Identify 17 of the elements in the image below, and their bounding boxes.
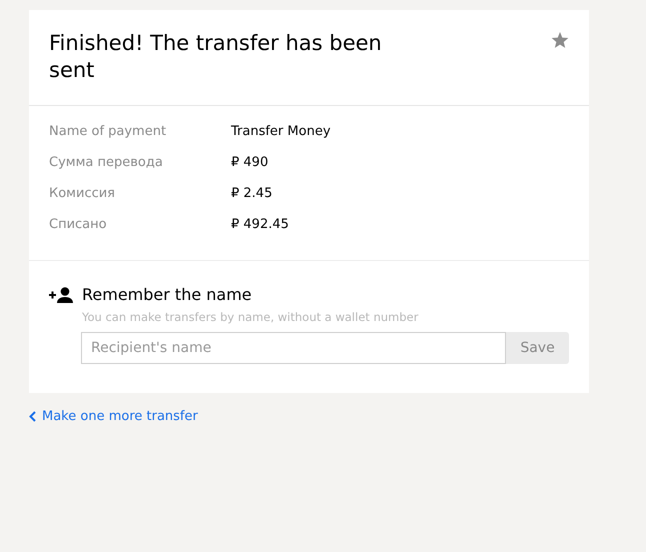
- back-link[interactable]: Make one more transfer: [29, 409, 198, 424]
- detail-value: ₽ 492.45: [231, 216, 290, 234]
- detail-value: ₽ 2.45: [231, 185, 274, 203]
- detail-label: Сумма перевода: [49, 154, 164, 172]
- chevron-left-icon: [29, 411, 36, 422]
- add-person-icon: [49, 286, 74, 302]
- star-icon[interactable]: [551, 32, 569, 49]
- detail-label: Комиссия: [49, 185, 116, 203]
- save-button[interactable]: Save: [506, 332, 569, 364]
- detail-value: Transfer Money: [231, 123, 332, 141]
- hint-text: You can make transfers by name, without a wallet number: [82, 310, 420, 324]
- detail-value: ₽ 490: [231, 154, 270, 172]
- detail-label: Списано: [49, 216, 108, 234]
- section-heading: Remember the name: [82, 285, 252, 304]
- detail-label: Name of payment: [49, 123, 168, 141]
- recipient-name-field[interactable]: Recipient's name: [81, 332, 506, 364]
- page-title: Finished! The transfer has been sent: [49, 30, 383, 84]
